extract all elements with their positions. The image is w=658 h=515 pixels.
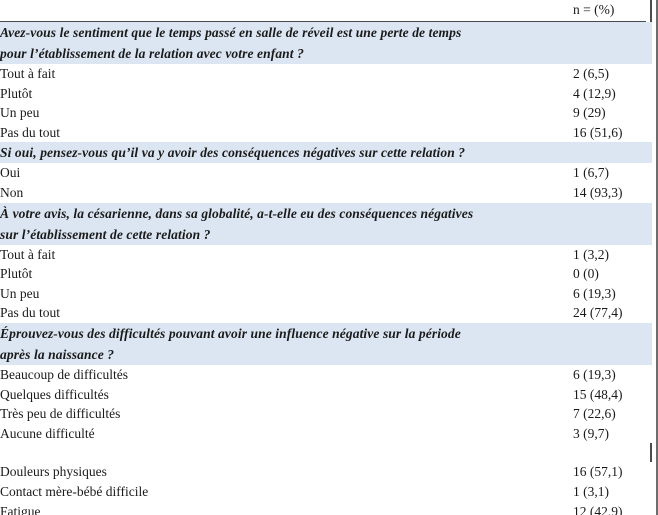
table-header-row: n = (%)	[0, 0, 652, 22]
survey-results-table-container: n = (%) Avez-vous le sentiment que le tem…	[0, 0, 658, 515]
answer-value: 9 (29)	[568, 103, 652, 123]
answer-label: Tout à fait	[0, 244, 568, 265]
answer-value: 1 (6,7)	[568, 163, 652, 183]
answer-label: Pas du tout	[0, 122, 568, 143]
answer-value: 2 (6,5)	[568, 64, 652, 84]
table-row: Un peu 6 (19,3)	[0, 283, 652, 304]
answer-value: 1 (3,1)	[568, 481, 652, 502]
table-row: Aucune difficulté 3 (9,7)	[0, 423, 652, 444]
answer-value: 7 (22,6)	[568, 404, 652, 424]
question-text: À votre avis, la césarienne, dans sa glo…	[0, 202, 568, 224]
answer-label: Beaucoup de difficultés	[0, 364, 568, 385]
table-row: Douleurs physiques 16 (57,1)	[0, 462, 652, 482]
answer-label: Non	[0, 182, 568, 203]
table-row: Tout à fait 1 (3,2)	[0, 244, 652, 265]
answer-label: Aucune difficulté	[0, 423, 568, 444]
answer-value: 6 (19,3)	[568, 283, 652, 304]
answer-value: 1 (3,2)	[568, 244, 652, 265]
question-header-row: pour l’établissement de la relation avec…	[0, 43, 652, 64]
question-text: Avez-vous le sentiment que le temps pass…	[0, 22, 568, 43]
column-header-label	[0, 0, 568, 22]
answer-value: 6 (19,3)	[568, 364, 652, 385]
table-clipped-viewport: n = (%) Avez-vous le sentiment que le tem…	[0, 0, 652, 515]
question-text: après la naissance ?	[0, 343, 568, 365]
question-text: sur l’établissement de cette relation ?	[0, 223, 568, 245]
answer-value: 12 (42,9)	[568, 501, 652, 515]
table-row: Pas du tout 16 (51,6)	[0, 122, 652, 143]
table-row: Contact mère-bébé difficile 1 (3,1)	[0, 481, 652, 502]
question-text: pour l’établissement de la relation avec…	[0, 43, 568, 64]
question-header-row: sur l’établissement de cette relation ?	[0, 223, 652, 245]
table-row: Quelques difficultés 15 (48,4)	[0, 384, 652, 405]
question-row-value-spacer	[568, 322, 652, 344]
answer-value: 4 (12,9)	[568, 83, 652, 104]
table-spacer-cell	[0, 443, 652, 462]
question-row-value-spacer	[568, 223, 652, 245]
answer-label: Fatigue	[0, 501, 568, 515]
answer-label: Pas du tout	[0, 303, 568, 323]
question-row-value-spacer	[568, 142, 652, 164]
answer-label: Plutôt	[0, 83, 568, 104]
table-row: Non 14 (93,3)	[0, 182, 652, 203]
answer-value: 16 (51,6)	[568, 122, 652, 143]
answer-value: 3 (9,7)	[568, 423, 652, 444]
answer-value: 15 (48,4)	[568, 384, 652, 405]
answer-label: Oui	[0, 163, 568, 183]
question-row-value-spacer	[568, 43, 652, 64]
answer-label: Un peu	[0, 283, 568, 304]
table-row: Un peu 9 (29)	[0, 103, 652, 123]
table-row: Plutôt 4 (12,9)	[0, 83, 652, 104]
question-row-value-spacer	[568, 202, 652, 224]
table-body: n = (%) Avez-vous le sentiment que le tem…	[0, 0, 652, 515]
answer-label: Plutôt	[0, 264, 568, 284]
table-row: Pas du tout 24 (77,4)	[0, 303, 652, 323]
question-header-row: après la naissance ?	[0, 343, 652, 365]
table-row: Oui 1 (6,7)	[0, 163, 652, 183]
survey-results-table: n = (%) Avez-vous le sentiment que le tem…	[0, 0, 652, 515]
answer-label: Douleurs physiques	[0, 462, 568, 482]
table-row: Beaucoup de difficultés 6 (19,3)	[0, 364, 652, 385]
answer-value: 16 (57,1)	[568, 462, 652, 482]
answer-label: Quelques difficultés	[0, 384, 568, 405]
question-header-row: Éprouvez-vous des difficultés pouvant av…	[0, 322, 652, 344]
answer-label: Un peu	[0, 103, 568, 123]
answer-value: 24 (77,4)	[568, 303, 652, 323]
table-row: Très peu de difficultés 7 (22,6)	[0, 404, 652, 424]
table-row: Plutôt 0 (0)	[0, 264, 652, 284]
answer-label: Contact mère-bébé difficile	[0, 481, 568, 502]
table-top-rule	[0, 21, 646, 22]
question-text: Si oui, pensez-vous qu’il va y avoir des…	[0, 142, 568, 164]
table-row: Fatigue 12 (42,9)	[0, 501, 652, 515]
answer-value: 14 (93,3)	[568, 182, 652, 203]
answer-label: Tout à fait	[0, 64, 568, 84]
question-text: Éprouvez-vous des difficultés pouvant av…	[0, 322, 568, 344]
question-row-value-spacer	[568, 22, 652, 43]
table-row: Tout à fait 2 (6,5)	[0, 64, 652, 84]
column-header-n-percent: n = (%)	[573, 2, 615, 17]
question-header-row: À votre avis, la césarienne, dans sa glo…	[0, 202, 652, 224]
question-row-value-spacer	[568, 343, 652, 365]
table-spacer-row	[0, 443, 652, 462]
question-header-row: Si oui, pensez-vous qu’il va y avoir des…	[0, 142, 652, 164]
answer-label: Très peu de difficultés	[0, 404, 568, 424]
answer-value: 0 (0)	[568, 264, 652, 284]
question-header-row: Avez-vous le sentiment que le temps pass…	[0, 22, 652, 43]
